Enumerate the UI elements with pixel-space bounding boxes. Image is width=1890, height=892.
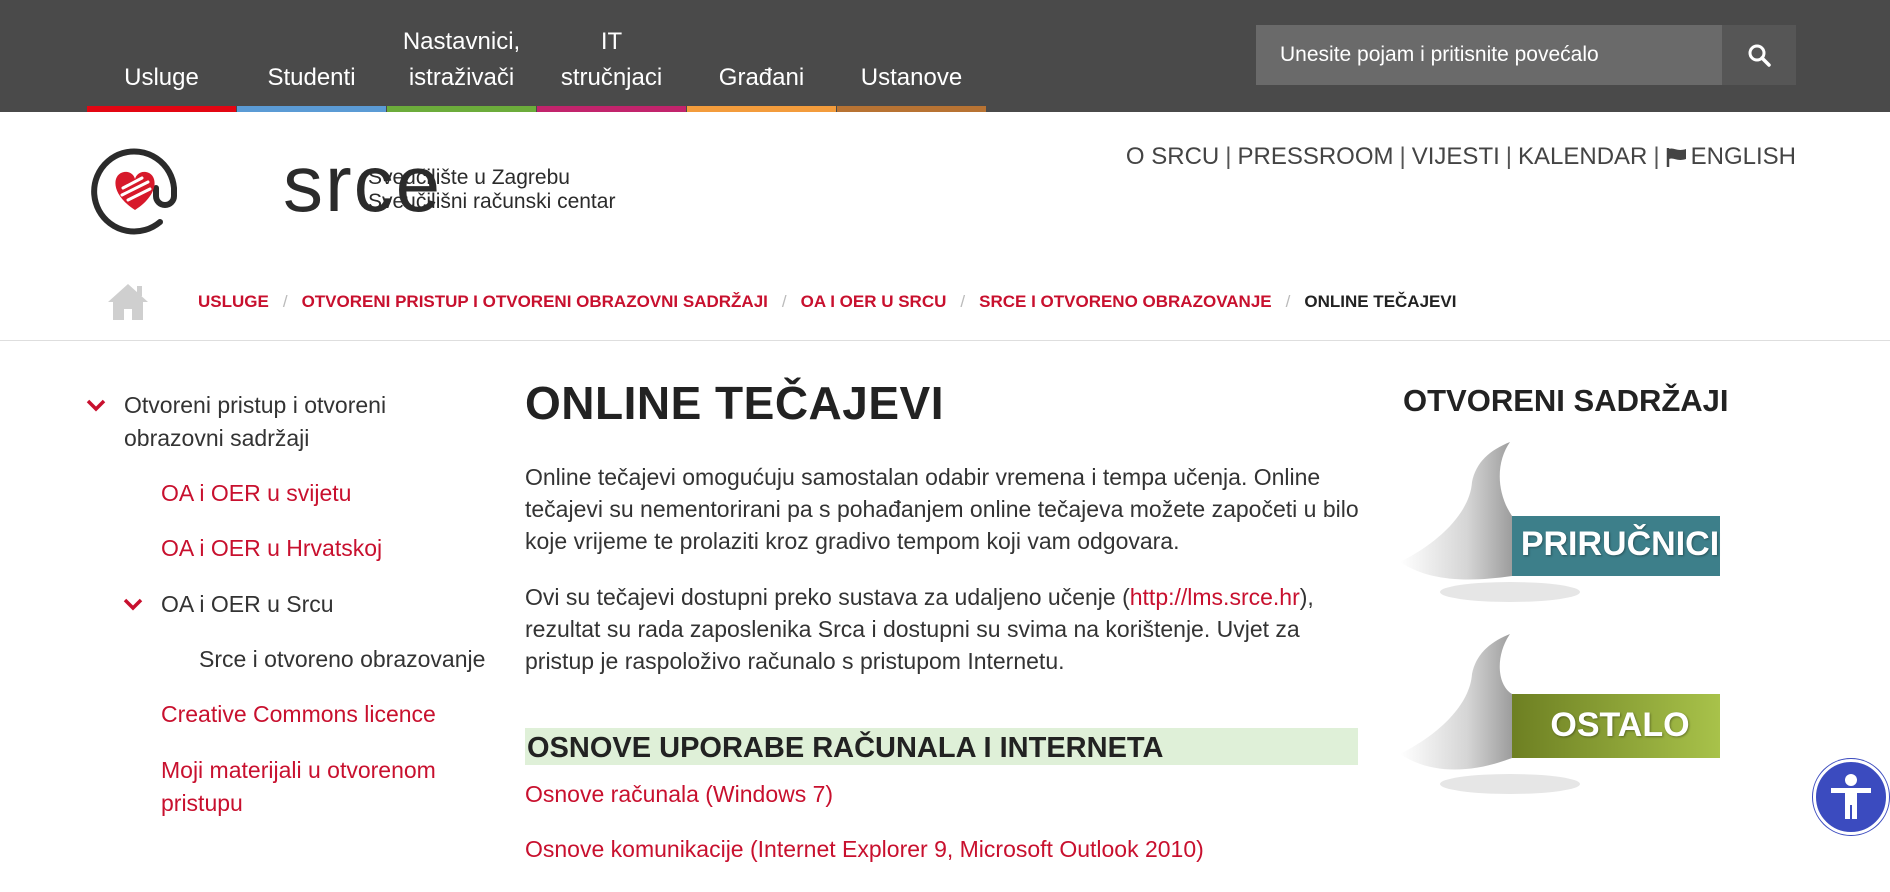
nav-label: Usluge [124,64,199,91]
banner-ostalo[interactable]: OSTALO [1400,634,1722,809]
sidebar-item-moji-materijali[interactable]: Moji materijali u otvorenom pristupu [161,754,436,820]
nav-label-line2: stručnjaci [560,64,663,91]
lms-link[interactable]: http://lms.srce.hr [1130,584,1300,610]
logo-subtitle: Sveučilište u Zagrebu Sveučilišni računs… [368,166,615,214]
sidebar-item-oa-oer-srcu[interactable]: OA i OER u Srcu [161,588,334,621]
nav-label-line2: istraživači [408,64,515,91]
course-link-osnove-racunala[interactable]: Osnove računala (Windows 7) [525,781,833,808]
banner-label: PRIRUČNICI [1520,525,1720,563]
breadcrumb-separator: / [282,292,288,311]
link-kalendar[interactable]: KALENDAR [1518,143,1647,171]
accessibility-button[interactable] [1813,759,1889,835]
sidebar-item-label-line1: Otvoreni pristup i otvoreni [124,392,387,418]
link-pressroom[interactable]: PRESSROOM [1237,143,1393,171]
flag-icon [1666,148,1686,167]
srce-logo[interactable]: srce Sveučilište u Zagrebu Sveučilišni r… [90,144,620,236]
link-english-label: ENGLISH [1690,143,1796,170]
logo-subtitle-line1: Sveučilište u Zagrebu [368,166,570,189]
link-separator: | [1399,143,1406,170]
nav-color-stripe [237,106,386,112]
nav-color-stripe [837,106,986,112]
intro-paragraph: Online tečajevi omogućuju samostalan oda… [525,464,1359,554]
nav-color-stripe [537,106,686,112]
utility-links: O SRCU | PRESSROOM | VIJESTI | KALENDAR … [1126,143,1796,171]
banner-label: OSTALO [1550,706,1690,744]
accessibility-icon [1831,774,1871,819]
search-button[interactable] [1722,25,1796,85]
top-navigation-bar: Usluge Studenti Nastavnici, istraživači … [0,0,1890,112]
nav-color-stripe [87,106,236,112]
sidebar-item-label-line2: pristupu [161,790,243,816]
breadcrumb-oa-oer-srcu[interactable]: OA I OER U SRCU [801,292,947,312]
section-heading: OSNOVE UPORABE RAČUNALA I INTERNETA [525,728,1358,765]
nav-label: Studenti [267,64,356,91]
link-english[interactable]: ENGLISH [1666,143,1796,171]
logo-subtitle-line2: Sveučilišni računski centar [368,190,616,213]
heart-at-logo-icon [91,148,177,235]
sidebar-item-label-line2: obrazovni sadržaji [124,425,310,451]
nav-item-usluge[interactable]: Usluge [87,0,236,112]
home-icon[interactable] [106,282,150,322]
nav-label-line1: IT [600,28,623,55]
link-vijesti[interactable]: VIJESTI [1412,143,1500,171]
link-o-srcu[interactable]: O SRCU [1126,143,1219,171]
nav-item-it-strucnjaci[interactable]: IT stručnjaci [537,0,686,112]
course-link-osnove-komunikacije[interactable]: Osnove komunikacije (Internet Explorer 9… [525,836,1204,863]
sidebar-item-creative-commons[interactable]: Creative Commons licence [161,698,436,731]
magnifier-icon [1748,44,1771,67]
nav-item-ustanove[interactable]: Ustanove [837,0,986,112]
nav-item-studenti[interactable]: Studenti [237,0,386,112]
breadcrumb-separator: / [960,292,966,311]
access-paragraph: Ovi su tečajevi dostupni preko sustava z… [525,581,1360,677]
sidebar-right-title: OTVORENI SADRŽAJI [1403,383,1729,418]
page-title: ONLINE TEČAJEVI [525,377,945,429]
nav-item-nastavnici[interactable]: Nastavnici, istraživači [387,0,536,112]
header-divider [0,340,1890,341]
nav-label: Ustanove [860,64,963,91]
sidebar-item-oa-oer-svijetu[interactable]: OA i OER u svijetu [161,477,351,510]
nav-label-line1: Nastavnici, [402,28,521,55]
chevron-down-icon[interactable] [86,399,106,413]
breadcrumb: USLUGE / OTVORENI PRISTUP I OTVORENI OBR… [106,282,1456,322]
access-text-before: Ovi su tečajevi dostupni preko sustava z… [525,584,1130,610]
nav-color-stripe [387,106,536,112]
sidebar-item-label-line1: Moji materijali u otvorenom [161,757,436,783]
chevron-down-icon[interactable] [123,598,143,612]
sidebar-item-srce-obrazovanje[interactable]: Srce i otvoreno obrazovanje [199,643,485,676]
breadcrumb-separator: / [1285,292,1291,311]
search-input[interactable] [1256,25,1722,85]
sidebar-item-otvoreni-pristup[interactable]: Otvoreni pristup i otvoreni obrazovni sa… [124,389,386,455]
banner-prirucnici[interactable]: PRIRUČNICI [1400,442,1722,617]
nav-color-stripe [687,106,836,112]
link-separator: | [1653,143,1660,170]
nav-item-gradani[interactable]: Građani [687,0,836,112]
nav-label: Građani [718,64,805,91]
link-separator: | [1225,143,1232,170]
breadcrumb-usluge[interactable]: USLUGE [198,292,269,312]
breadcrumb-separator: / [781,292,787,311]
sidebar-item-oa-oer-hrvatskoj[interactable]: OA i OER u Hrvatskoj [161,532,382,565]
link-separator: | [1505,143,1513,170]
breadcrumb-srce-obrazovanje[interactable]: SRCE I OTVORENO OBRAZOVANJE [979,292,1272,312]
breadcrumb-current: ONLINE TEČAJEVI [1304,292,1457,311]
breadcrumb-otvoreni-pristup[interactable]: OTVORENI PRISTUP I OTVORENI OBRAZOVNI SA… [302,292,768,312]
